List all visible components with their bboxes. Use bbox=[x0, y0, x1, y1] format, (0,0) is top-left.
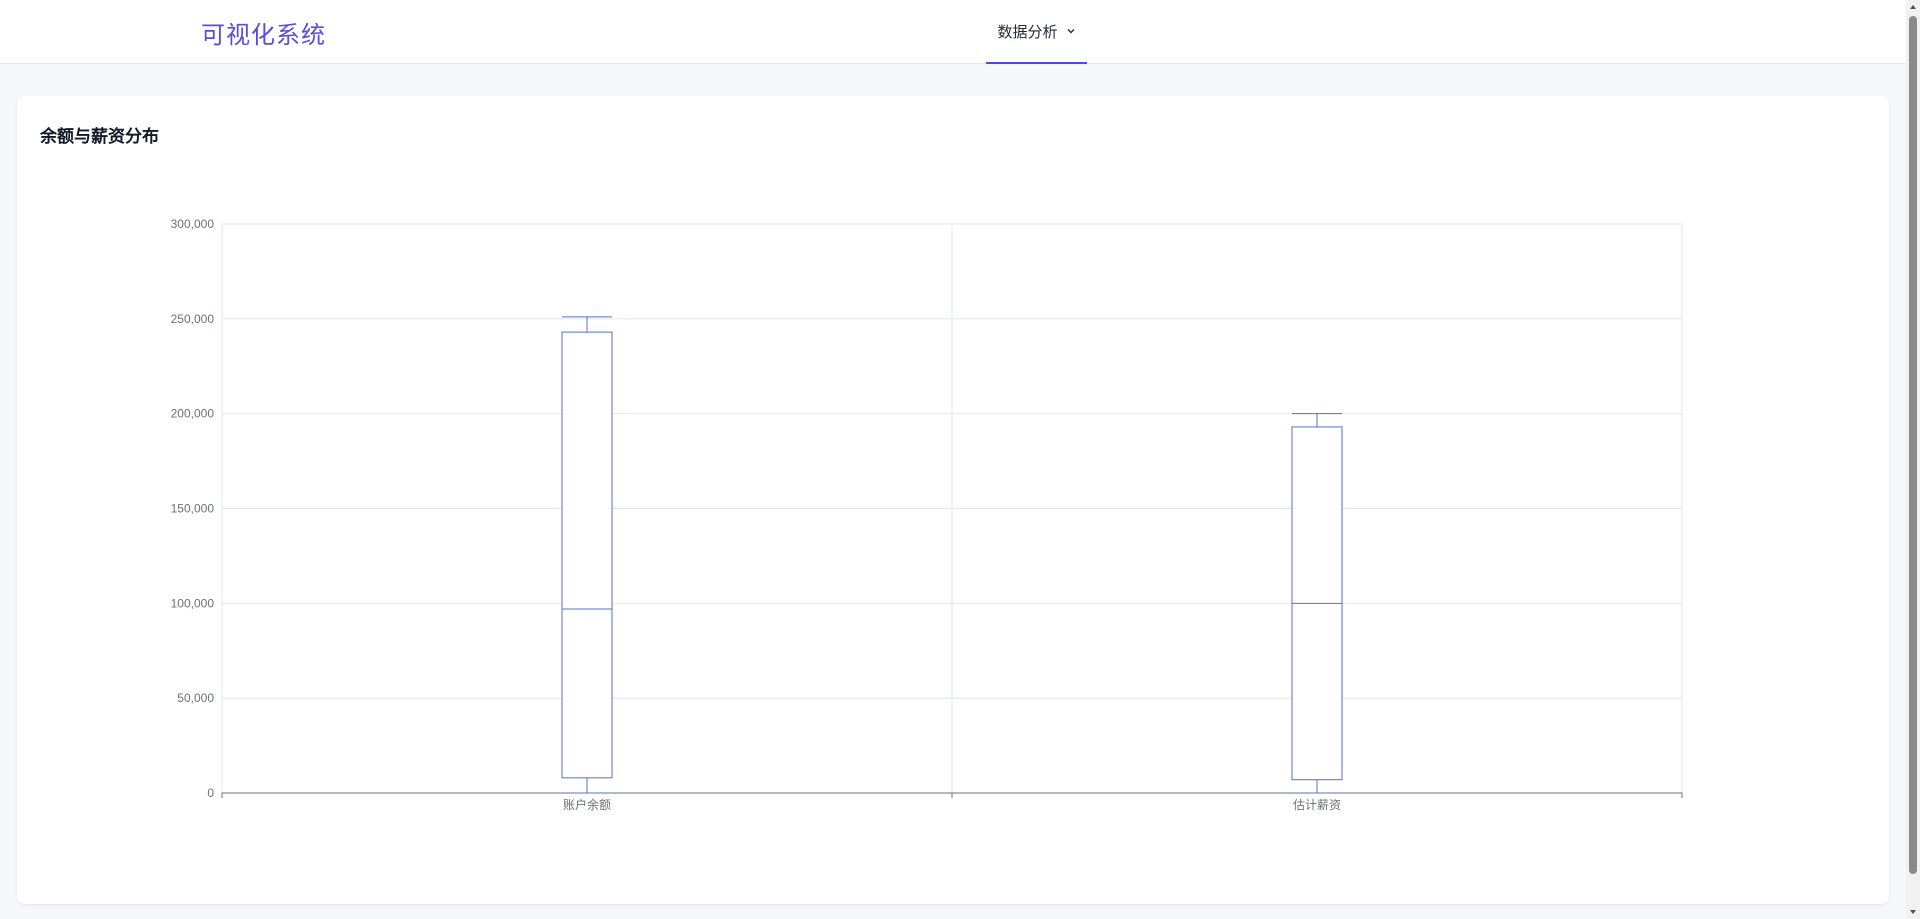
box-iqr bbox=[561, 331, 613, 779]
top-navbar: 可视化系统 数据分析 bbox=[0, 0, 1906, 64]
scroll-up-arrow-icon[interactable] bbox=[1906, 0, 1920, 14]
y-tick-label: 0 bbox=[207, 786, 214, 800]
x-tick-label: 账户余额 bbox=[563, 797, 611, 812]
app-title: 可视化系统 bbox=[201, 21, 326, 49]
chevron-down-icon bbox=[1067, 29, 1074, 34]
tab-data-analysis[interactable]: 数据分析 bbox=[986, 0, 1087, 64]
y-tick-label: 100,000 bbox=[171, 596, 215, 610]
y-tick-label: 300,000 bbox=[171, 217, 215, 231]
tab-label: 数据分析 bbox=[997, 22, 1058, 41]
x-tick-label: 估计薪资 bbox=[1293, 798, 1341, 812]
scroll-down-arrow-icon[interactable] bbox=[1906, 905, 1920, 919]
scrollbar-thumb[interactable] bbox=[1909, 16, 1917, 874]
chart-card: 余额与薪资分布 0 50,000 100,000 150,000 200,000 250,… bbox=[17, 96, 1889, 904]
y-tick-label: 250,000 bbox=[171, 312, 215, 326]
y-tick-label: 150,000 bbox=[171, 502, 215, 516]
boxplot-chart: 0 50,000 100,000 150,000 200,000 250,000 300,0… bbox=[171, 217, 1683, 812]
vertical-scrollbar[interactable] bbox=[1906, 0, 1920, 919]
y-tick-label: 200,000 bbox=[171, 407, 215, 421]
y-tick-label: 50,000 bbox=[177, 691, 214, 705]
